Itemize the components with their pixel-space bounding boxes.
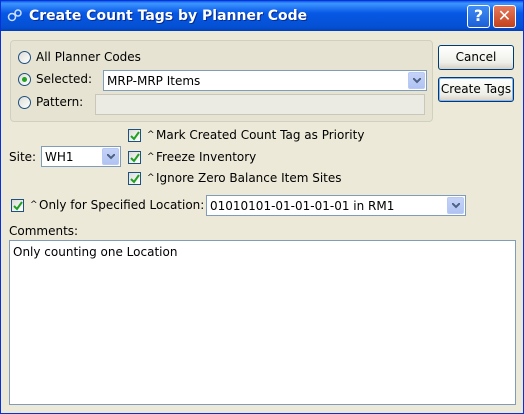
checkbox-freeze-box[interactable] [128, 150, 141, 164]
planner-code-group: All Planner Codes Selected: MRP-MRP Item… [10, 40, 433, 122]
checkbox-priority-label: Mark Created Count Tag as Priority [156, 128, 365, 142]
checkbox-priority-box[interactable] [128, 128, 141, 142]
create-tags-button[interactable]: Create Tags [438, 77, 514, 102]
radio-all-planner-codes[interactable]: All Planner Codes [18, 50, 141, 64]
radio-pattern[interactable]: Pattern: [18, 95, 83, 109]
cancel-button[interactable]: Cancel [438, 45, 514, 70]
window-title: Create Count Tags by Planner Code [29, 8, 308, 24]
comments-textarea[interactable]: Only counting one Location [9, 240, 516, 405]
radio-selected-label: Selected: [36, 72, 93, 86]
checkbox-ignore-zero[interactable]: ^ Ignore Zero Balance Item Sites [128, 171, 342, 185]
close-button[interactable]: ✕ [493, 5, 516, 28]
radio-selected[interactable]: Selected: [18, 72, 92, 86]
caret-icon: ^ [147, 152, 155, 162]
comments-text: Only counting one Location [13, 245, 178, 259]
location-value: 01010101-01-01-01-01 in RM1 [210, 199, 395, 213]
site-value: WH1 [45, 150, 74, 164]
radio-all-label: All Planner Codes [36, 50, 141, 64]
comments-label: Comments: [9, 224, 79, 238]
checkbox-ignore-zero-box[interactable] [128, 171, 141, 185]
caret-icon: ^ [147, 173, 155, 183]
checkbox-freeze[interactable]: ^ Freeze Inventory [128, 150, 256, 164]
planner-code-value: MRP-MRP Items [107, 74, 201, 88]
checkbox-specified-location[interactable]: ^ Only for Specified Location: [11, 198, 204, 212]
checkbox-ignore-zero-label: Ignore Zero Balance Item Sites [156, 171, 342, 185]
app-icon [7, 9, 22, 22]
location-select[interactable]: 01010101-01-01-01-01 in RM1 [206, 195, 466, 216]
radio-indicator[interactable] [18, 50, 31, 64]
planner-code-select[interactable]: MRP-MRP Items [103, 70, 427, 91]
title-bar[interactable]: Create Count Tags by Planner Code ? ✕ [1, 1, 523, 31]
help-button[interactable]: ? [467, 5, 490, 28]
checkbox-location-label: Only for Specified Location: [39, 198, 205, 212]
caret-icon: ^ [30, 200, 38, 210]
checkbox-priority[interactable]: ^ Mark Created Count Tag as Priority [128, 128, 364, 142]
radio-indicator-selected[interactable] [18, 72, 31, 86]
chevron-down-icon[interactable] [408, 72, 425, 89]
site-select[interactable]: WH1 [41, 146, 121, 167]
radio-pattern-label: Pattern: [36, 95, 84, 109]
checkbox-location-box[interactable] [11, 198, 24, 212]
caret-icon: ^ [147, 130, 155, 140]
chevron-down-icon[interactable] [102, 148, 119, 165]
chevron-down-icon[interactable] [447, 197, 464, 214]
dialog-window: Create Count Tags by Planner Code ? ✕ Al… [0, 0, 524, 414]
pattern-input[interactable] [95, 94, 425, 115]
checkbox-freeze-label: Freeze Inventory [156, 150, 257, 164]
site-label: Site: [9, 150, 37, 164]
radio-indicator-pattern[interactable] [18, 95, 31, 109]
